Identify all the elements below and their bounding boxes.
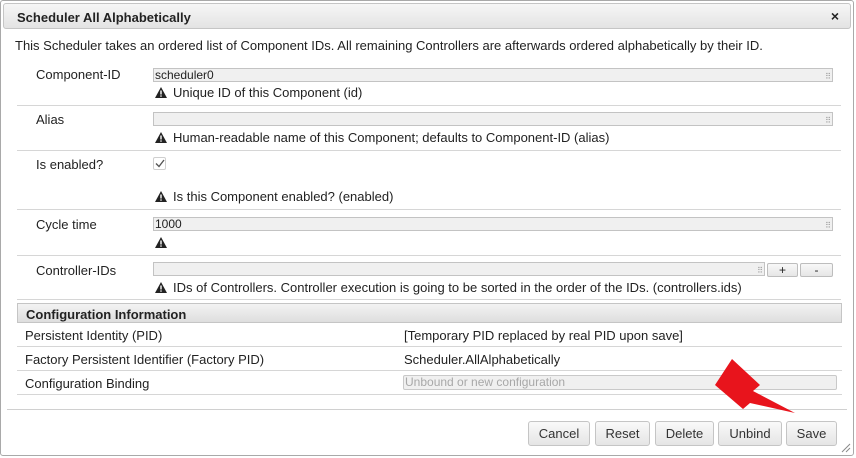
- controller-ids-hint-text: IDs of Controllers. Controller execution…: [173, 280, 742, 295]
- warning-icon: [155, 236, 168, 251]
- unbind-button[interactable]: Unbind: [718, 421, 782, 446]
- controller-ids-input[interactable]: ⠿: [153, 262, 765, 276]
- cycle-time-input[interactable]: 1000 ⠿: [153, 217, 833, 231]
- enabled-hint: Is this Component enabled? (enabled): [155, 189, 393, 205]
- binding-label: Configuration Binding: [25, 376, 150, 391]
- property-row-cycle-time: Cycle time 1000 ⠿: [17, 210, 841, 256]
- resize-grip-icon[interactable]: ⠿: [825, 117, 831, 125]
- configuration-header-label: Configuration Information: [26, 307, 187, 322]
- pid-value: [Temporary PID replaced by real PID upon…: [404, 328, 683, 343]
- factory-pid-label: Factory Persistent Identifier (Factory P…: [25, 352, 265, 367]
- property-row-component-id: Component-ID scheduler0 ⠿ Unique ID of t…: [17, 60, 841, 106]
- controller-ids-hint: IDs of Controllers. Controller execution…: [155, 280, 742, 296]
- enabled-hint-text: Is this Component enabled? (enabled): [173, 189, 394, 204]
- dialog-titlebar[interactable]: Scheduler All Alphabetically ×: [3, 3, 851, 29]
- controller-ids-label: Controller-IDs: [36, 263, 117, 278]
- enabled-checkbox[interactable]: [153, 157, 166, 170]
- alias-hint-text: Human-readable name of this Component; d…: [173, 130, 610, 145]
- checkmark-icon: [155, 159, 165, 168]
- component-id-input[interactable]: scheduler0 ⠿: [153, 68, 833, 82]
- cancel-button[interactable]: Cancel: [528, 421, 590, 446]
- close-icon[interactable]: ×: [828, 8, 842, 24]
- warning-icon: [155, 131, 168, 146]
- pid-label: Persistent Identity (PID): [25, 328, 163, 343]
- dialog-title: Scheduler All Alphabetically: [17, 10, 191, 25]
- enabled-label: Is enabled?: [36, 157, 104, 172]
- resize-grip-icon[interactable]: ⠿: [825, 73, 831, 81]
- pid-row: Persistent Identity (PID) [Temporary PID…: [17, 323, 842, 347]
- dialog-description: This Scheduler takes an ordered list of …: [15, 38, 763, 53]
- warning-icon: [155, 190, 168, 205]
- component-id-value: scheduler0: [155, 68, 214, 82]
- resize-grip-icon[interactable]: ⠿: [825, 222, 831, 230]
- cycle-time-label: Cycle time: [36, 217, 97, 232]
- alias-label: Alias: [36, 112, 65, 127]
- cycle-time-hint: [155, 235, 173, 251]
- warning-icon: [155, 86, 168, 101]
- property-row-controller-ids: Controller-IDs ⠿ + - IDs of Controllers.…: [17, 256, 841, 300]
- factory-pid-value: Scheduler.AllAlphabetically: [404, 352, 561, 367]
- property-row-alias: Alias ⠿ Human-readable name of this Comp…: [17, 106, 841, 151]
- component-id-label: Component-ID: [36, 67, 121, 82]
- save-button[interactable]: Save: [786, 421, 837, 446]
- component-id-hint-text: Unique ID of this Component (id): [173, 85, 363, 100]
- remove-controller-button[interactable]: -: [800, 263, 833, 277]
- cycle-time-value: 1000: [155, 217, 182, 231]
- configuration-section-header: Configuration Information: [17, 303, 842, 323]
- warning-icon: [155, 281, 168, 296]
- alias-hint: Human-readable name of this Component; d…: [155, 130, 609, 146]
- delete-button[interactable]: Delete: [655, 421, 714, 446]
- component-id-hint: Unique ID of this Component (id): [155, 85, 362, 101]
- resize-handle-icon[interactable]: [841, 443, 851, 453]
- property-row-enabled: Is enabled? Is this Component enabled? (…: [17, 151, 841, 210]
- add-controller-button[interactable]: +: [767, 263, 798, 277]
- alias-input[interactable]: ⠿: [153, 112, 833, 126]
- reset-button[interactable]: Reset: [595, 421, 650, 446]
- resize-grip-icon[interactable]: ⠿: [757, 267, 763, 275]
- annotation-arrow-icon: [715, 359, 795, 413]
